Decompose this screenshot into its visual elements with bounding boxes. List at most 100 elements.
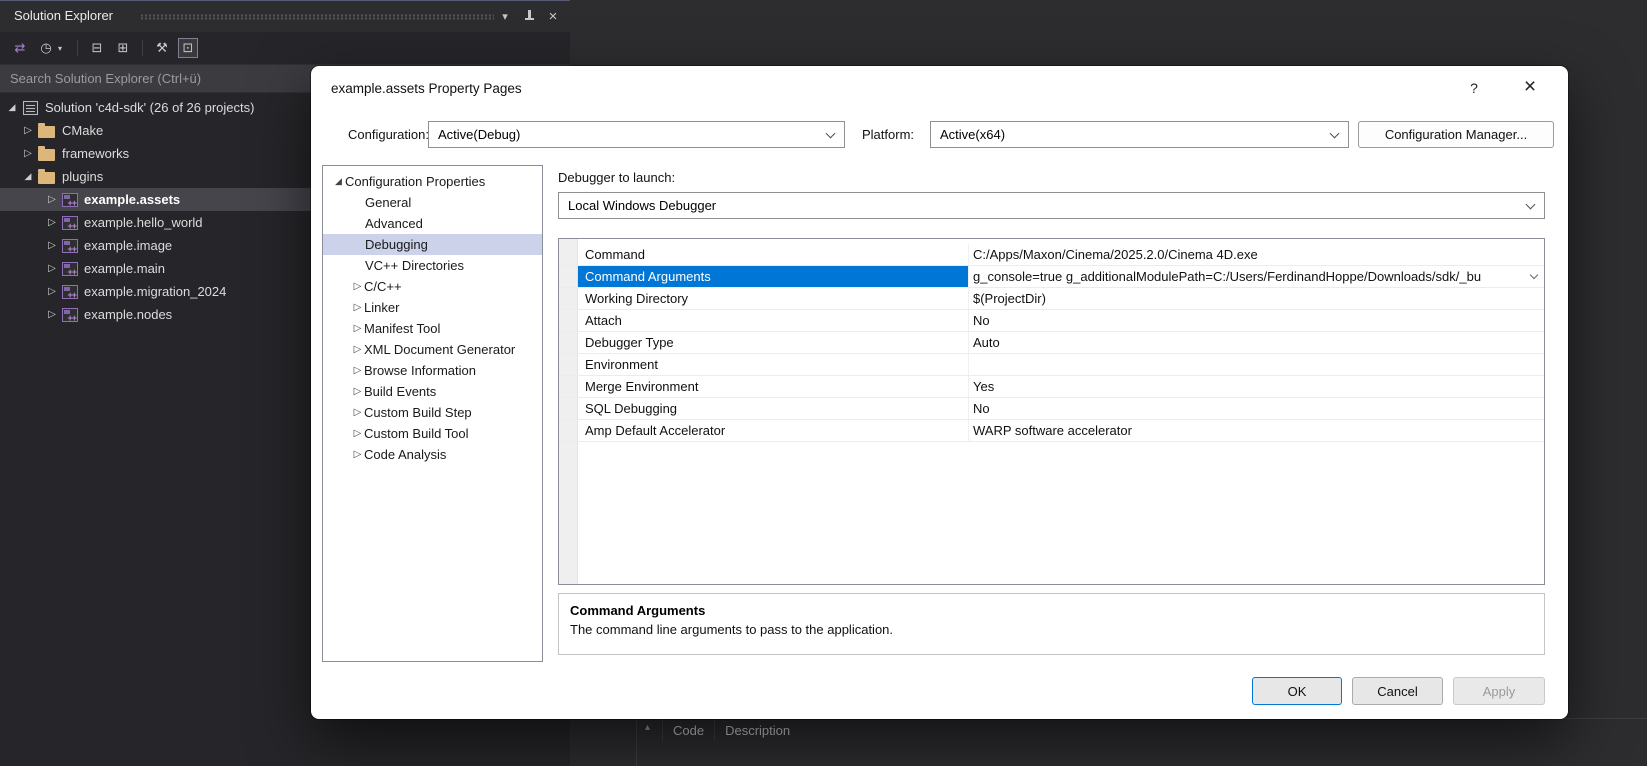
property-row-attach[interactable]: Attach No [559,310,1544,332]
tree-item-configuration-properties[interactable]: Configuration Properties [323,171,542,192]
chevron-collapsed-icon[interactable] [20,125,36,136]
tree-item-code-analysis[interactable]: Code Analysis [323,444,542,465]
property-row-sql-debugging[interactable]: SQL Debugging No [559,398,1544,420]
property-name[interactable]: Debugger Type [578,332,969,353]
preview-selected-items-icon[interactable]: ⊡ [178,38,198,58]
chevron-collapsed-icon[interactable] [44,309,60,320]
chevron-collapsed-icon[interactable] [44,286,60,297]
drag-grip[interactable] [140,14,494,20]
configuration-value: Active(Debug) [438,127,521,142]
property-name[interactable]: Command [578,244,969,265]
filter-dropdown-chevron-icon[interactable]: ▾ [58,44,68,53]
chevron-collapsed-icon[interactable] [44,217,60,228]
tree-item-custom-build-tool[interactable]: Custom Build Tool [323,423,542,444]
debugger-dropdown[interactable]: Local Windows Debugger [558,192,1545,219]
tree-item-label: Linker [364,300,400,315]
chevron-collapsed-icon[interactable] [351,281,364,292]
property-name[interactable]: Amp Default Accelerator [578,420,969,441]
property-row-merge-environment[interactable]: Merge Environment Yes [559,376,1544,398]
property-row-debugger-type[interactable]: Debugger Type Auto [559,332,1544,354]
column-header-code[interactable]: Code [662,719,714,741]
tree-item-vc-directories[interactable]: VC++ Directories [323,255,542,276]
property-value[interactable]: Auto [969,332,1544,353]
tree-item-manifest-tool[interactable]: Manifest Tool [323,318,542,339]
platform-dropdown[interactable]: Active(x64) [930,121,1349,148]
tree-item-debugging[interactable]: Debugging [323,234,542,255]
property-value[interactable]: No [969,310,1544,331]
close-icon[interactable] [544,8,562,26]
tree-item-xml-document-generator[interactable]: XML Document Generator [323,339,542,360]
tree-item-browse-information[interactable]: Browse Information [323,360,542,381]
property-row-command-arguments[interactable]: Command Arguments g_console=true g_addit… [559,266,1544,288]
folder-icon [38,145,55,161]
properties-wrench-icon[interactable]: ⚒ [152,38,172,58]
chevron-collapsed-icon[interactable] [351,386,364,397]
property-row-environment[interactable]: Environment [559,354,1544,376]
configuration-label: Configuration: [348,127,429,142]
chevron-collapsed-icon[interactable] [351,302,364,313]
ok-button[interactable]: OK [1252,677,1342,705]
tree-item-c-cpp[interactable]: C/C++ [323,276,542,297]
property-name[interactable]: Working Directory [578,288,969,309]
sync-with-active-document-icon[interactable]: ⇄ [10,38,30,58]
property-name[interactable]: Merge Environment [578,376,969,397]
tree-item-linker[interactable]: Linker [323,297,542,318]
property-name[interactable]: Command Arguments [578,266,969,287]
chevron-collapsed-icon[interactable] [44,194,60,205]
chevron-collapsed-icon[interactable] [351,449,364,460]
tree-item-label: Custom Build Tool [364,426,469,441]
chevron-expanded-icon[interactable] [4,102,20,113]
cpp-project-icon [62,192,78,208]
chevron-collapsed-icon[interactable] [351,344,364,355]
property-value[interactable]: Yes [969,376,1544,397]
property-value[interactable]: g_console=true g_additionalModulePath=C:… [969,266,1544,287]
solution-explorer-titlebar[interactable]: Solution Explorer [0,0,570,32]
tree-item-general[interactable]: General [323,192,542,213]
window-position-chevron-down-icon[interactable] [496,8,514,26]
apply-button[interactable]: Apply [1453,677,1545,705]
property-description-panel: Command Arguments The command line argum… [558,593,1545,655]
property-row-command[interactable]: Command C:/Apps/Maxon/Cinema/2025.2.0/Ci… [559,244,1544,266]
pending-changes-filter-icon[interactable]: ◷ [36,38,56,58]
dialog-title: example.assets Property Pages [331,81,522,96]
chevron-collapsed-icon[interactable] [44,263,60,274]
value-dropdown-button[interactable] [1525,267,1543,286]
property-grid: Command C:/Apps/Maxon/Cinema/2025.2.0/Ci… [558,238,1545,585]
severity-column-icon[interactable] [636,719,662,766]
property-row-working-directory[interactable]: Working Directory $(ProjectDir) [559,288,1544,310]
property-value[interactable]: C:/Apps/Maxon/Cinema/2025.2.0/Cinema 4D.… [969,244,1544,265]
property-name[interactable]: Attach [578,310,969,331]
property-value[interactable]: WARP software accelerator [969,420,1544,441]
pin-icon[interactable] [520,8,538,26]
chevron-expanded-icon[interactable] [332,176,345,187]
tree-item-label: Configuration Properties [345,174,486,189]
help-icon[interactable]: ? [1464,78,1484,98]
cancel-button[interactable]: Cancel [1352,677,1443,705]
tree-item-label: Solution 'c4d-sdk' (26 of 26 projects) [45,100,255,115]
chevron-expanded-icon[interactable] [20,171,36,182]
column-header-description[interactable]: Description [714,719,800,741]
description-text: The command line arguments to pass to th… [570,622,894,637]
chevron-collapsed-icon[interactable] [351,365,364,376]
property-value[interactable]: $(ProjectDir) [969,288,1544,309]
configuration-dropdown[interactable]: Active(Debug) [428,121,845,148]
chevron-collapsed-icon[interactable] [20,148,36,159]
show-all-files-icon[interactable]: ⊞ [113,38,133,58]
tree-item-advanced[interactable]: Advanced [323,213,542,234]
property-pages-tree: Configuration Properties General Advance… [322,165,543,662]
chevron-collapsed-icon[interactable] [351,323,364,334]
close-icon[interactable] [1516,74,1544,102]
property-name[interactable]: Environment [578,354,969,375]
chevron-collapsed-icon[interactable] [351,407,364,418]
property-value[interactable] [969,354,1544,375]
tree-item-custom-build-step[interactable]: Custom Build Step [323,402,542,423]
chevron-collapsed-icon[interactable] [351,428,364,439]
collapse-all-icon[interactable]: ⊟ [87,38,107,58]
tree-item-build-events[interactable]: Build Events [323,381,542,402]
property-value[interactable]: No [969,398,1544,419]
configuration-manager-button[interactable]: Configuration Manager... [1358,121,1554,148]
chevron-down-icon [1329,128,1340,139]
property-name[interactable]: SQL Debugging [578,398,969,419]
chevron-collapsed-icon[interactable] [44,240,60,251]
property-row-amp-default-accelerator[interactable]: Amp Default Accelerator WARP software ac… [559,420,1544,442]
